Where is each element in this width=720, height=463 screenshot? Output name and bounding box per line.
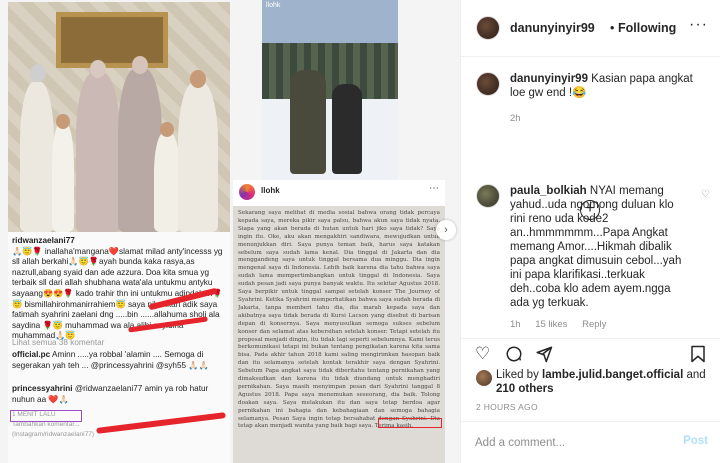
share-icon[interactable] <box>535 345 553 366</box>
reply-button[interactable]: Reply <box>582 319 606 330</box>
comment-input[interactable] <box>475 433 675 453</box>
chevron-right-icon[interactable]: › <box>436 220 456 240</box>
comment-icon[interactable] <box>505 345 523 366</box>
avatar[interactable] <box>476 72 500 96</box>
post-sidebar: danunyinyir99 • Following ··· danunyinyi… <box>461 0 720 463</box>
heart-icon[interactable]: ♡ <box>475 345 490 362</box>
action-bar: ♡ <box>461 338 720 366</box>
heart-icon[interactable]: ♡ <box>701 188 710 202</box>
comment-username[interactable]: danunyinyir99 <box>510 73 588 85</box>
comments-list: danunyinyir99 Kasian papa angkat loe gw … <box>461 58 720 338</box>
winter-photo: llohk <box>262 0 398 180</box>
letter-username: llohk <box>261 186 280 195</box>
screenshot-source: (Instagram/ridwanzaelani77) <box>12 431 95 438</box>
add-comment-bar: Post <box>461 421 720 463</box>
screenshot-comment: official.pc Aminn .....ya robbal 'alamin… <box>12 350 209 370</box>
winter-photo-username: llohk <box>266 2 281 9</box>
comment-meta: 1h 15 likes Reply <box>510 318 618 332</box>
comment: paula_bolkiah NYAI memang yahud..uda ngo… <box>476 184 710 334</box>
owner-username[interactable]: danunyinyir99 <box>510 21 595 35</box>
caption: danunyinyir99 Kasian papa angkat loe gw … <box>476 72 708 132</box>
post-header: danunyinyir99 • Following ··· <box>461 0 720 57</box>
bookmark-icon[interactable] <box>690 345 706 366</box>
avatar[interactable] <box>476 184 500 208</box>
likes-joiner: and <box>686 369 706 381</box>
more-horizontal-icon[interactable]: ··· <box>689 16 708 34</box>
post-image[interactable]: llohk ridwanzaelani77 🙏🏻😇🌹 inallaha'mang… <box>0 0 461 463</box>
comment-time: 2h <box>510 113 521 124</box>
comment-text: NYAI memang yahud..uda ngomong duluan kl… <box>510 185 682 309</box>
comment-likes[interactable]: 15 likes <box>535 319 567 330</box>
likes-others[interactable]: 210 others <box>496 383 554 395</box>
screenshot-comments: ridwanzaelani77 🙏🏻😇🌹 inallaha'mangana❤️s… <box>8 232 230 463</box>
post-timestamp[interactable]: 2 HOURS AGO <box>476 402 538 412</box>
letter-post-header: llohk ⋯ <box>233 180 445 206</box>
more-horizontal-icon: ⋯ <box>429 183 439 194</box>
family-photo <box>8 2 230 232</box>
purple-annotation <box>10 410 82 422</box>
following-button[interactable]: Following <box>618 21 676 35</box>
comment-username[interactable]: paula_bolkiah <box>510 185 587 197</box>
comment-meta: 2h <box>510 112 533 126</box>
avatar[interactable] <box>476 370 492 386</box>
owner-avatar[interactable] <box>476 16 500 40</box>
red-annotation-box <box>378 418 442 428</box>
comment-time: 1h <box>510 319 521 330</box>
letter-user-avatar <box>239 184 255 200</box>
post-button[interactable]: Post <box>683 435 708 447</box>
screenshot-view-all: Lihat semua 38 komentar <box>12 338 105 347</box>
letter-screenshot: Sekarang saya melihat di media sosial ba… <box>233 206 445 463</box>
separator-dot: • <box>610 21 615 35</box>
screenshot-comment: ridwanzaelani77 🙏🏻😇🌹 inallaha'mangana❤️s… <box>12 236 223 341</box>
liked-by-label: Liked by <box>496 369 539 381</box>
screenshot-comment: princessyahrini @ridwanzaelani77 amin ya… <box>12 384 209 404</box>
liker-username[interactable]: lambe.julid.banget.official <box>542 369 683 381</box>
